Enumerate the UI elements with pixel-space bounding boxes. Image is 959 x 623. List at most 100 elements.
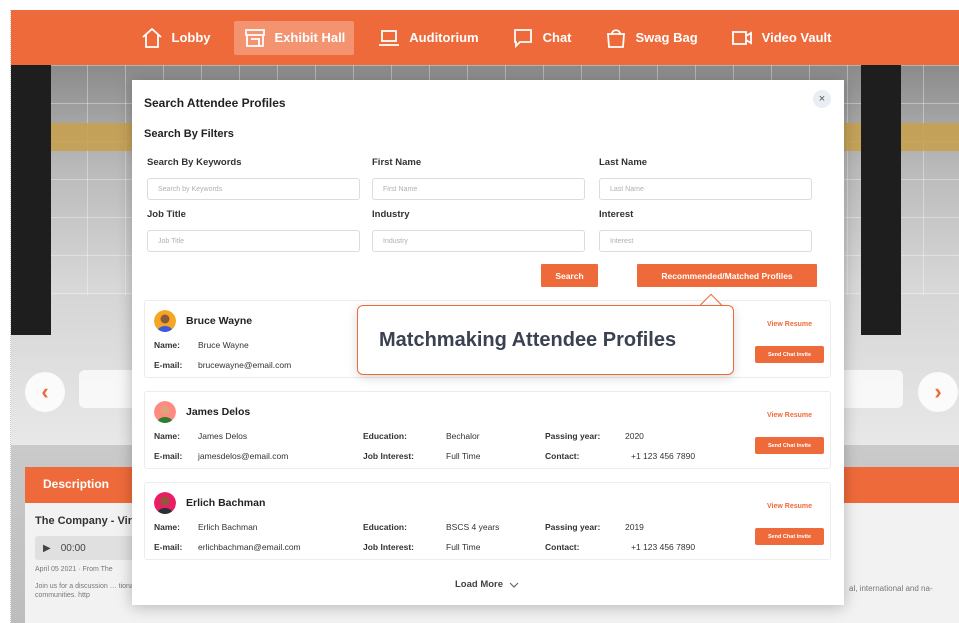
passing-year-label: Passing year: [545, 522, 601, 532]
job-interest-label: Job Interest: [363, 542, 415, 552]
filters-title: Search By Filters [144, 128, 234, 140]
nav-video-vault[interactable]: Video Vault [721, 21, 841, 55]
name-value: Bruce Wayne [198, 340, 249, 350]
passing-year-label: Passing year: [545, 431, 601, 441]
play-icon[interactable]: ▶ [43, 543, 51, 554]
chevron-down-icon [509, 582, 519, 588]
interest-input[interactable]: Interest [599, 230, 812, 252]
intl-text: al, international and na- [849, 584, 933, 593]
nav-label-auditorium: Auditorium [409, 30, 479, 45]
search-attendee-modal: Search Attendee Profiles × Search By Fil… [132, 80, 844, 605]
job-title-label: Job Title [147, 209, 186, 220]
profile-name: Erlich Bachman [186, 497, 266, 509]
interest-label: Interest [599, 209, 634, 220]
send-chat-invite-button[interactable]: Send Chat Invite [755, 528, 824, 545]
chevron-left-icon: ‹ [41, 379, 49, 404]
nav-label-video-vault: Video Vault [761, 30, 832, 45]
email-label: E-mail: [154, 542, 183, 552]
contact-label: Contact: [545, 451, 580, 461]
load-more-label: Load More [455, 579, 504, 590]
nav-lobby[interactable]: Lobby [131, 21, 220, 55]
next-arrow-button[interactable]: › [918, 372, 958, 412]
description-tab[interactable]: Description [43, 477, 109, 491]
avatar [154, 310, 176, 332]
passing-year-value: 2019 [625, 522, 644, 532]
chat-bubble-icon [513, 28, 532, 48]
bag-icon [606, 28, 625, 48]
top-nav: Lobby Exhibit Hall Auditorium Chat Swag … [11, 10, 959, 65]
prev-arrow-button[interactable]: ‹ [25, 372, 65, 412]
modal-title: Search Attendee Profiles [144, 96, 286, 110]
last-name-label: Last Name [599, 157, 648, 168]
profile-card: Erlich Bachman Name: Erlich Bachman E-ma… [144, 482, 831, 560]
booth-bar-left [79, 370, 139, 408]
company-title: The Company - Virt [35, 515, 136, 527]
industry-input[interactable]: Industry [372, 230, 585, 252]
close-button[interactable]: × [813, 90, 831, 108]
name-label: Name: [154, 522, 180, 532]
job-interest-label: Job Interest: [363, 451, 415, 461]
join-text: Join us for a discussion … tional commun… [35, 583, 136, 599]
nav-chat[interactable]: Chat [502, 21, 581, 55]
first-name-input[interactable]: First Name [372, 178, 585, 200]
view-resume-link[interactable]: View Resume [767, 321, 812, 328]
send-chat-invite-button[interactable]: Send Chat Invite [755, 437, 824, 454]
education-value: BSCS 4 years [446, 522, 500, 532]
first-name-label: First Name [372, 157, 422, 168]
email-label: E-mail: [154, 360, 183, 370]
name-label: Name: [154, 340, 180, 350]
nav-auditorium[interactable]: Auditorium [368, 21, 487, 55]
last-name-input[interactable]: Last Name [599, 178, 812, 200]
job-interest-value: Full Time [446, 451, 481, 461]
avatar [154, 401, 176, 423]
booth-bar-right [839, 370, 903, 408]
education-value: Bechalor [446, 431, 480, 441]
laptop-icon [379, 29, 400, 46]
video-camera-icon [731, 30, 752, 45]
job-interest-value: Full Time [446, 542, 481, 552]
audio-player[interactable]: ▶ 00:00 [35, 536, 135, 560]
name-value: Erlich Bachman [198, 522, 258, 532]
nav-swag-bag[interactable]: Swag Bag [595, 21, 707, 55]
load-more-button[interactable]: Load More [455, 579, 519, 590]
pillar-left [11, 65, 51, 335]
email-value: jamesdelos@email.com [198, 451, 289, 461]
player-time: 00:00 [60, 542, 86, 554]
education-label: Education: [363, 431, 407, 441]
keywords-label: Search By Keywords [147, 157, 242, 168]
email-value: brucewayne@email.com [198, 360, 292, 370]
contact-label: Contact: [545, 542, 580, 552]
profile-name: Bruce Wayne [186, 315, 253, 327]
name-value: James Delos [198, 431, 248, 441]
matchmaking-callout: Matchmaking Attendee Profiles [357, 305, 734, 375]
email-value: erlichbachman@email.com [198, 542, 301, 552]
profile-name: James Delos [186, 406, 251, 418]
app-frame: Lobby Exhibit Hall Auditorium Chat Swag … [10, 10, 959, 623]
pillar-right [861, 65, 901, 335]
search-button[interactable]: Search [541, 264, 598, 287]
date-text: April 05 2021 · From The [35, 566, 113, 573]
nav-label-exhibit-hall: Exhibit Hall [274, 30, 346, 45]
keywords-input[interactable]: Search by Keywords [147, 178, 360, 200]
job-title-input[interactable]: Job Title [147, 230, 360, 252]
education-label: Education: [363, 522, 407, 532]
view-resume-link[interactable]: View Resume [767, 503, 812, 510]
nav-label-lobby: Lobby [171, 30, 211, 45]
storefront-icon [244, 28, 265, 47]
matched-profiles-button[interactable]: Recommended/Matched Profiles [637, 264, 817, 287]
nav-exhibit-hall[interactable]: Exhibit Hall [233, 20, 355, 55]
chevron-right-icon: › [934, 379, 942, 404]
nav-label-swag-bag: Swag Bag [635, 30, 698, 45]
avatar [154, 492, 176, 514]
close-icon: × [818, 93, 826, 105]
home-icon [141, 27, 162, 48]
send-chat-invite-button[interactable]: Send Chat Invite [755, 346, 824, 363]
name-label: Name: [154, 431, 180, 441]
nav-label-chat: Chat [542, 30, 572, 45]
contact-value: +1 123 456 7890 [631, 451, 696, 461]
passing-year-value: 2020 [625, 431, 644, 441]
industry-label: Industry [372, 209, 410, 220]
contact-value: +1 123 456 7890 [631, 542, 696, 552]
view-resume-link[interactable]: View Resume [767, 412, 812, 419]
profile-card: James Delos Name: James Delos E-mail: ja… [144, 391, 831, 469]
